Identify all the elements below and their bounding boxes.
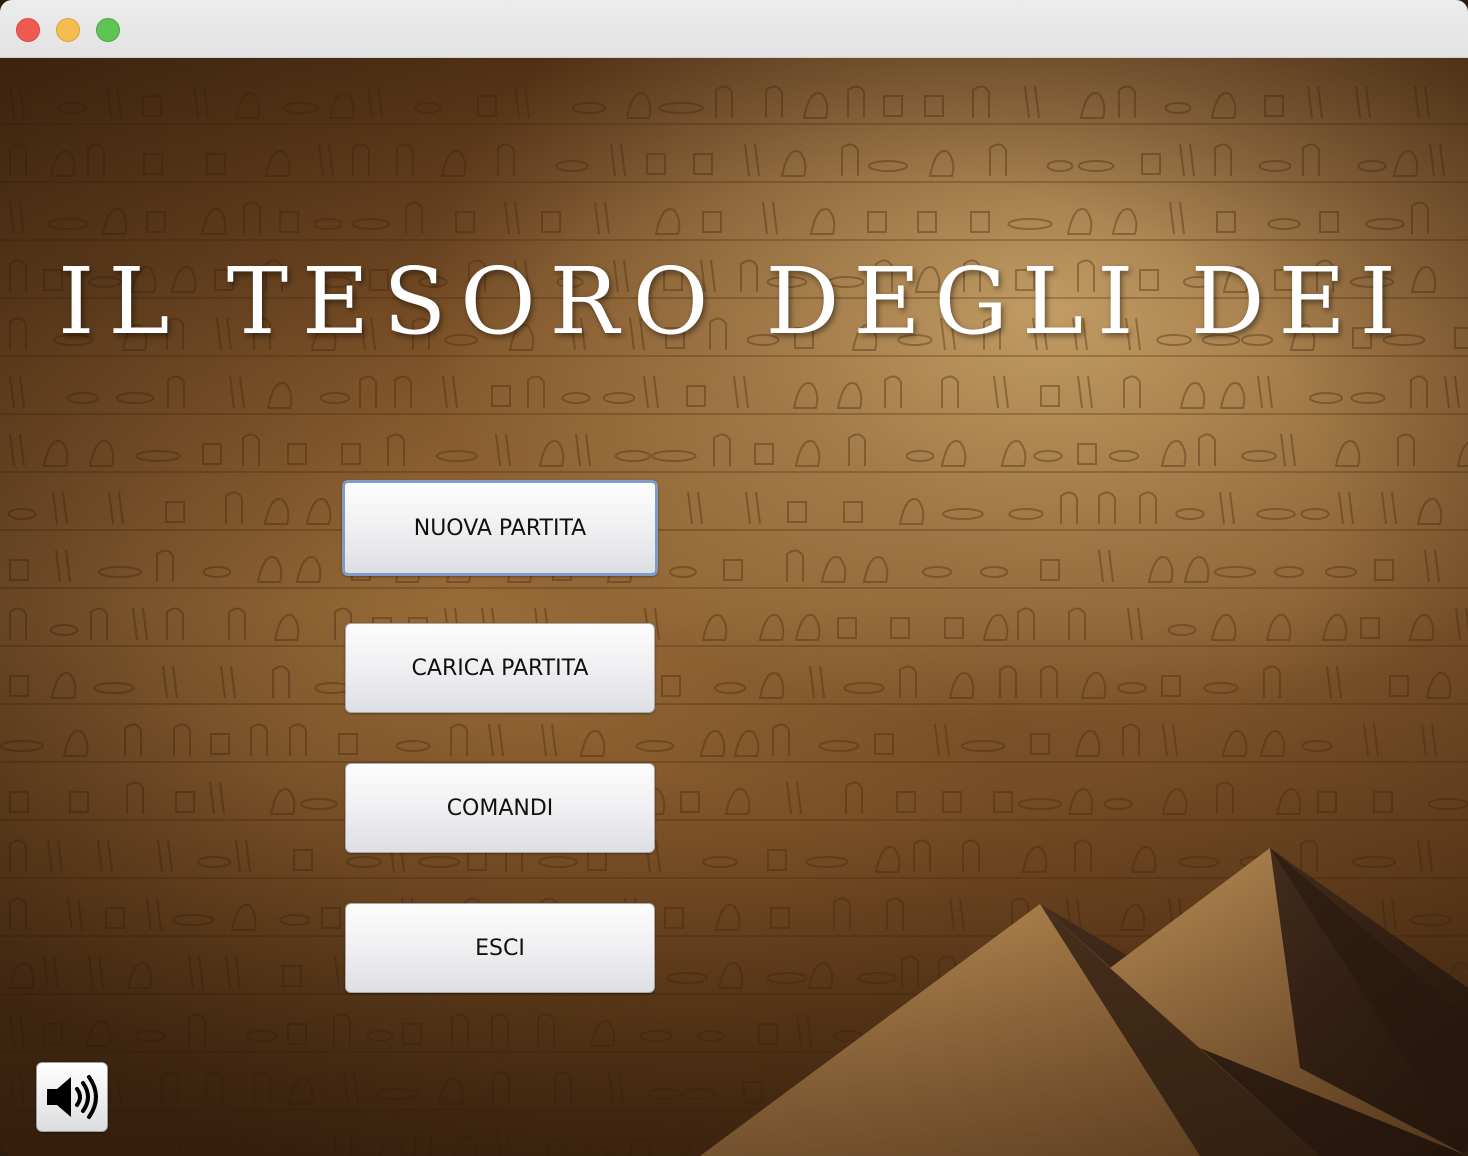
load-game-button[interactable]: CARICA PARTITA: [345, 623, 655, 713]
background-vignette: [0, 58, 1468, 1156]
window-titlebar: [0, 0, 1468, 58]
maximize-window-button[interactable]: [96, 18, 120, 42]
main-menu-scene: IL TESORO DEGLI DEI NUOVA PARTITA CARICA…: [0, 58, 1468, 1156]
exit-button[interactable]: ESCI: [345, 903, 655, 993]
game-title: IL TESORO DEGLI DEI: [58, 248, 1410, 355]
speaker-volume-icon: [47, 1075, 98, 1119]
commands-button[interactable]: COMANDI: [345, 763, 655, 853]
close-window-button[interactable]: [16, 18, 40, 42]
game-window: IL TESORO DEGLI DEI NUOVA PARTITA CARICA…: [0, 0, 1468, 1156]
minimize-window-button[interactable]: [56, 18, 80, 42]
new-game-button[interactable]: NUOVA PARTITA: [342, 480, 658, 576]
sound-toggle-button[interactable]: [36, 1062, 108, 1132]
